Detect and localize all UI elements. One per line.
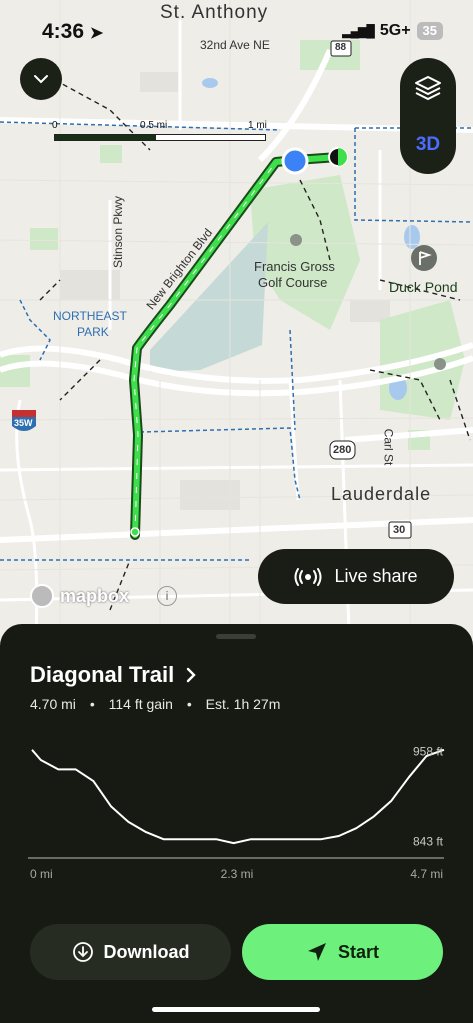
trail-gain: 114 ft gain <box>108 696 173 712</box>
trail-stats: 4.70 mi • 114 ft gain • Est. 1h 27m <box>30 696 281 712</box>
map-label-ne-park: NORTHEAST <box>53 309 127 323</box>
elevation-x-label: 4.7 mi <box>410 867 443 881</box>
start-label: Start <box>337 941 379 962</box>
navigation-arrow-icon <box>307 943 326 961</box>
trail-start-marker <box>130 527 140 537</box>
signal-icon: ▂▄▆█ <box>342 24 374 38</box>
scale-bar <box>54 134 266 141</box>
map-label-golf: Francis Gross <box>254 259 335 274</box>
scale-one: 1 mi <box>248 120 267 131</box>
info-icon[interactable]: i <box>157 586 178 606</box>
broadcast-icon <box>294 567 322 586</box>
map-controls: 3D <box>400 58 456 174</box>
mapbox-attribution[interactable]: mapbox i <box>30 584 178 608</box>
mapbox-logo-icon <box>30 584 54 608</box>
trail-distance: 4.70 mi <box>30 696 76 712</box>
elevation-y-label: 958 ft <box>413 744 444 758</box>
mapbox-label: mapbox <box>60 585 130 606</box>
download-label: Download <box>103 941 190 962</box>
map-label-stinson: Stinson Pkwy <box>111 195 126 269</box>
status-right: ▂▄▆█ 5G+ 35 <box>342 22 443 40</box>
elevation-x-label: 2.3 mi <box>221 867 254 881</box>
elevation-y-label: 843 ft <box>413 835 444 849</box>
start-button[interactable]: Start <box>242 924 443 980</box>
map-label-golf-2: Golf Course <box>258 275 328 290</box>
battery-icon: 35 <box>416 22 443 40</box>
status-time: 4:36 ➤ <box>42 20 103 44</box>
map-label-ne-park-2: PARK <box>77 325 109 339</box>
collapse-button[interactable] <box>20 58 62 100</box>
home-indicator <box>152 1007 320 1012</box>
user-location-marker <box>281 147 309 175</box>
elevation-chart[interactable]: 958 ft 843 ft 0 mi 2.3 mi 4.7 mi <box>0 732 473 902</box>
status-bar: 4:36 ➤ ▂▄▆█ 5G+ 35 <box>0 0 473 56</box>
map-scale: 0 0.5 mi 1 mi <box>50 120 270 144</box>
scale-zero: 0 <box>52 120 58 131</box>
trail-name: Diagonal Trail <box>30 662 175 687</box>
map-label-duck-pond: Duck Pond <box>389 279 458 295</box>
download-icon <box>72 942 93 962</box>
map-view[interactable]: St. Anthony 32nd Ave NE 88 Stinson Pkwy … <box>0 0 473 660</box>
trail-title[interactable]: Diagonal Trail <box>30 662 196 688</box>
route-280-label: 280 <box>333 444 352 456</box>
status-time-text: 4:36 <box>42 20 85 43</box>
trail-estimate: Est. 1h 27m <box>205 696 281 712</box>
elevation-line <box>31 748 445 845</box>
trail-sheet: Diagonal Trail 4.70 mi • 114 ft gain • E… <box>0 624 473 1023</box>
3d-toggle[interactable]: 3D <box>400 134 456 156</box>
chevron-down-icon <box>34 75 48 84</box>
elevation-x-label: 0 mi <box>30 867 53 881</box>
map-label-lauderdale: Lauderdale <box>331 484 432 504</box>
map-label-carl-st: Carl St <box>381 428 396 466</box>
download-button[interactable]: Download <box>30 924 231 980</box>
scale-half: 0.5 mi <box>140 120 168 131</box>
route-30-label: 30 <box>393 524 406 536</box>
live-share-label: Live share <box>334 566 418 586</box>
network-label: 5G+ <box>379 22 411 39</box>
layers-icon[interactable] <box>414 74 442 102</box>
live-share-button[interactable]: Live share <box>258 549 454 604</box>
sheet-handle[interactable] <box>216 634 256 639</box>
chevron-right-icon <box>187 667 196 683</box>
location-arrow-icon: ➤ <box>89 25 104 42</box>
route-35w-label: 35W <box>14 418 33 428</box>
